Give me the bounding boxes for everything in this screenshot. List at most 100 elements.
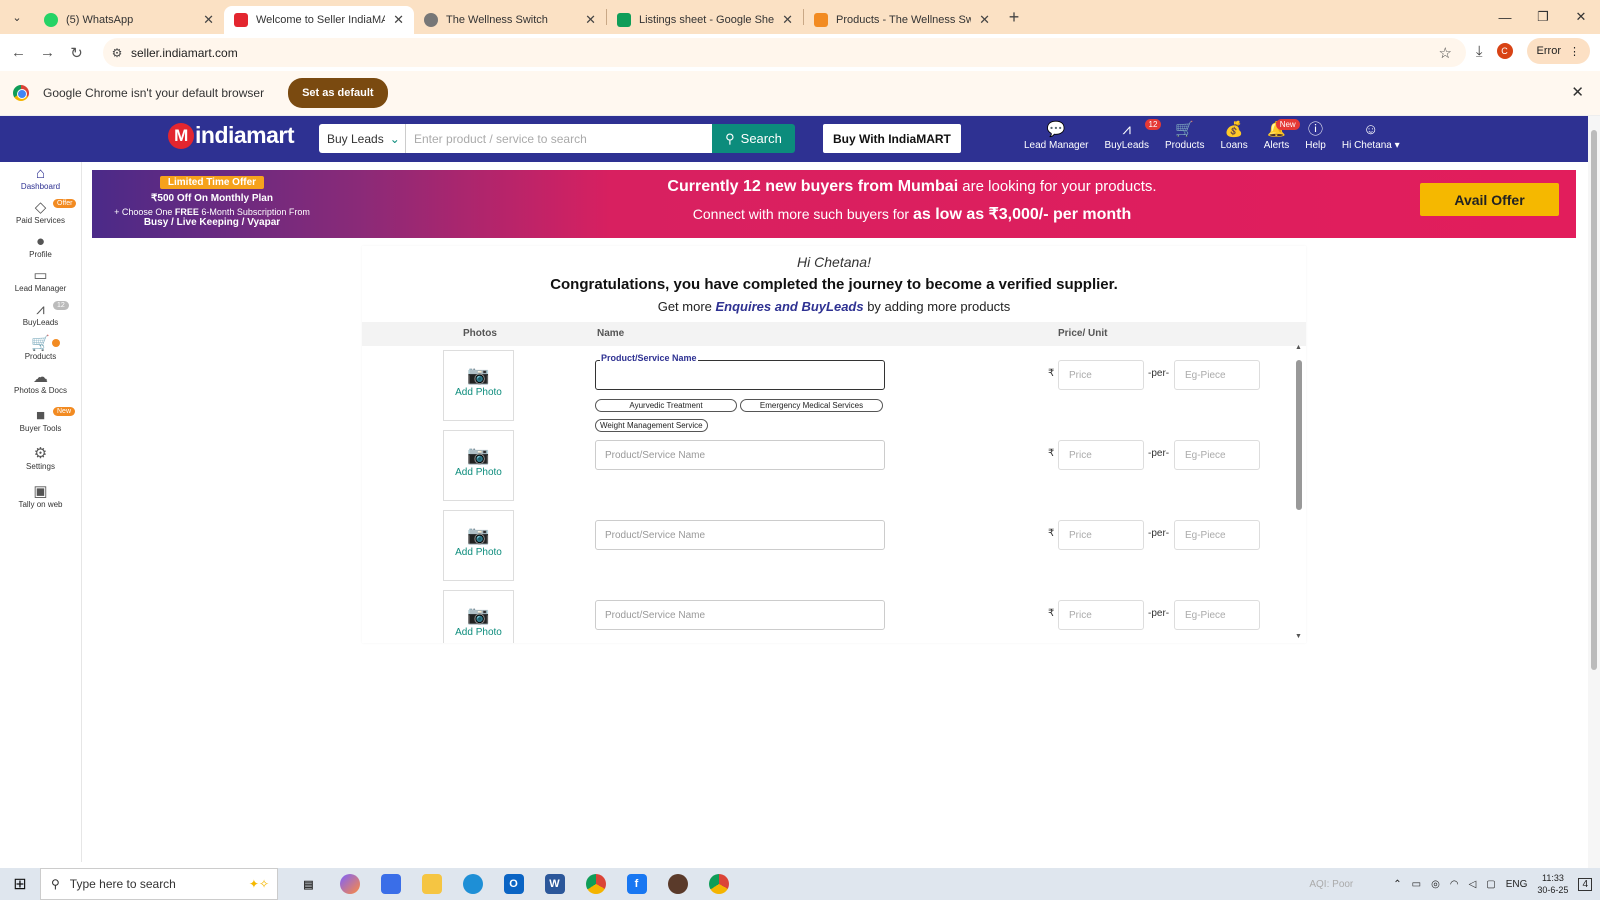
edge-icon[interactable] xyxy=(452,868,493,900)
scroll-down-icon[interactable]: ▼ xyxy=(1295,633,1302,640)
battery-icon[interactable]: ▭ xyxy=(1412,879,1421,890)
unit-input[interactable]: Eg-Piece xyxy=(1174,520,1260,550)
word-icon[interactable]: W xyxy=(534,868,575,900)
nav-products[interactable]: 🛒 Products xyxy=(1157,120,1212,151)
avail-offer-button[interactable]: Avail Offer xyxy=(1420,183,1559,216)
promo-banner[interactable]: Limited Time Offer ₹500 Off On Monthly P… xyxy=(92,170,1576,238)
file-explorer-icon[interactable] xyxy=(411,868,452,900)
copilot-icon[interactable] xyxy=(329,868,370,900)
add-photo-button[interactable]: 📷 Add Photo xyxy=(443,510,514,581)
nav-buyleads[interactable]: ⩘ BuyLeads 12 xyxy=(1097,119,1162,151)
taskbar-search[interactable]: ⚲ Type here to search ✦✧ xyxy=(40,868,278,900)
product-name-input[interactable]: Product/Service Name xyxy=(595,520,885,550)
tab-whatsapp[interactable]: (5) WhatsApp ✕ xyxy=(34,6,224,34)
store-icon[interactable] xyxy=(370,868,411,900)
unit-input[interactable]: Eg-Piece xyxy=(1174,440,1260,470)
sidebar-item-profile[interactable]: ● Profile xyxy=(0,230,81,264)
add-photo-button[interactable]: 📷 Add Photo xyxy=(443,590,514,643)
nav-alerts[interactable]: 🔔 Alerts New xyxy=(1256,119,1300,151)
product-name-input[interactable]: Product/Service Name xyxy=(595,353,885,390)
chevron-up-icon[interactable]: ⌃ xyxy=(1393,879,1401,890)
sidebar-item-photos-docs[interactable]: ☁ Photos & Docs xyxy=(0,366,81,404)
outlook-icon[interactable]: O xyxy=(493,868,534,900)
nav-loans[interactable]: 💰 Loans xyxy=(1212,120,1255,151)
search-type-select[interactable]: Buy Leads ⌄ xyxy=(319,124,406,153)
suggestion-chip[interactable]: Ayurvedic Treatment xyxy=(595,399,737,412)
sidebar-item-tally[interactable]: ▣ Tally on web xyxy=(0,480,81,518)
close-tab-icon[interactable]: ✕ xyxy=(585,12,596,28)
product-name-input[interactable]: Product/Service Name xyxy=(595,440,885,470)
notification-icon[interactable]: 4 xyxy=(1578,877,1592,891)
bookmark-star-icon[interactable]: ☆ xyxy=(1439,44,1452,62)
close-infobar-icon[interactable]: ✕ xyxy=(1571,83,1584,101)
reload-icon[interactable]: ↻ xyxy=(62,44,91,62)
minimize-icon[interactable]: — xyxy=(1486,10,1524,25)
buy-with-indiamart-button[interactable]: Buy With IndiaMART xyxy=(823,124,961,153)
profile-avatar[interactable]: C xyxy=(1496,43,1513,59)
search-button[interactable]: ⚲ Search xyxy=(712,124,795,153)
search-input[interactable]: Enter product / service to search xyxy=(406,124,712,153)
site-info-icon[interactable]: ⚙ xyxy=(103,46,131,60)
chrome-taskbar-icon[interactable] xyxy=(575,868,616,900)
tab-indiamart[interactable]: Welcome to Seller IndiaMART ✕ xyxy=(224,6,414,34)
scroll-up-icon[interactable]: ▲ xyxy=(1295,344,1302,351)
app-icon[interactable] xyxy=(657,868,698,900)
add-photo-button[interactable]: 📷 Add Photo xyxy=(443,350,514,421)
indiamart-logo[interactable]: M indiamart xyxy=(168,122,295,149)
back-icon[interactable]: ← xyxy=(4,44,33,61)
suggestion-chip[interactable]: Emergency Medical Services xyxy=(740,399,883,412)
page-scroll-thumb[interactable] xyxy=(1591,130,1597,670)
error-button[interactable]: Error ⋮ xyxy=(1526,38,1590,64)
sidebar-item-paid-services[interactable]: ◇ Paid Services Offer xyxy=(0,196,81,230)
nav-user-menu[interactable]: ☺ Hi Chetana ▾ xyxy=(1334,120,1408,151)
language-indicator[interactable]: ENG xyxy=(1506,879,1528,890)
sidebar-label: Photos & Docs xyxy=(14,386,67,395)
page-scrollbar[interactable] xyxy=(1588,116,1600,868)
sidebar-item-products[interactable]: 🛒 Products xyxy=(0,332,81,366)
sidebar-item-buyleads[interactable]: ⩘ BuyLeads 12 xyxy=(0,298,81,332)
unit-input[interactable]: Eg-Piece xyxy=(1174,360,1260,390)
tab-wellness-switch[interactable]: The Wellness Switch ✕ xyxy=(414,6,606,34)
aqi-widget[interactable]: AQI: Poor xyxy=(1309,879,1353,890)
sidebar-item-lead-manager[interactable]: ▭ Lead Manager xyxy=(0,264,81,298)
windows-start-icon[interactable]: ⊞ xyxy=(0,874,40,894)
product-name-input[interactable]: Product/Service Name xyxy=(595,600,885,630)
sidebar-item-settings[interactable]: ⚙ Settings xyxy=(0,442,81,480)
nav-help[interactable]: ⓘ Help xyxy=(1297,120,1334,151)
price-input[interactable]: Price xyxy=(1058,600,1144,630)
close-tab-icon[interactable]: ✕ xyxy=(979,12,990,28)
download-icon[interactable]: ⤓ xyxy=(1476,43,1483,60)
unit-input[interactable]: Eg-Piece xyxy=(1174,600,1260,630)
task-view-icon[interactable]: ▤ xyxy=(288,868,329,900)
tab-google-sheets[interactable]: Listings sheet - Google Sheets ✕ xyxy=(607,6,803,34)
sidebar-item-dashboard[interactable]: ⌂ Dashboard xyxy=(0,162,81,196)
sidebar-label: Products xyxy=(24,352,57,361)
display-icon[interactable]: ▢ xyxy=(1486,879,1495,890)
nav-lead-manager[interactable]: 💬 Lead Manager xyxy=(1016,120,1097,151)
set-default-button[interactable]: Set as default xyxy=(288,78,388,108)
close-tab-icon[interactable]: ✕ xyxy=(393,12,404,28)
wifi-icon[interactable]: ◠ xyxy=(1450,879,1459,890)
speaker-icon[interactable]: ◁ xyxy=(1469,879,1477,890)
chrome-profile-icon[interactable] xyxy=(698,868,739,900)
price-input[interactable]: Price xyxy=(1058,360,1144,390)
panel-scroll-thumb[interactable] xyxy=(1296,360,1302,510)
restore-icon[interactable]: ❐ xyxy=(1524,9,1562,25)
add-photo-button[interactable]: 📷 Add Photo xyxy=(443,430,514,501)
clock[interactable]: 11:33 30-6-25 xyxy=(1537,872,1568,896)
close-tab-icon[interactable]: ✕ xyxy=(782,12,793,28)
close-tab-icon[interactable]: ✕ xyxy=(203,12,214,28)
tab-search-icon[interactable]: ⌄ xyxy=(0,0,34,34)
close-window-icon[interactable]: ✕ xyxy=(1562,9,1600,25)
panel-scrollbar[interactable]: ▲ ▼ xyxy=(1294,344,1304,640)
new-tab-button[interactable]: + xyxy=(1000,7,1028,28)
omnibox[interactable]: ⚙ seller.indiamart.com ☆ xyxy=(103,38,1466,67)
tab-products-wellness[interactable]: Products - The Wellness Switch ✕ xyxy=(804,6,1000,34)
price-input[interactable]: Price xyxy=(1058,520,1144,550)
forward-icon[interactable]: → xyxy=(33,44,62,61)
price-input[interactable]: Price xyxy=(1058,440,1144,470)
url-text[interactable]: seller.indiamart.com xyxy=(131,46,238,60)
sidebar-item-buyer-tools[interactable]: ■ Buyer Tools New xyxy=(0,404,81,442)
camera-icon[interactable]: ◎ xyxy=(1431,879,1440,890)
facebook-icon[interactable]: f xyxy=(616,868,657,900)
